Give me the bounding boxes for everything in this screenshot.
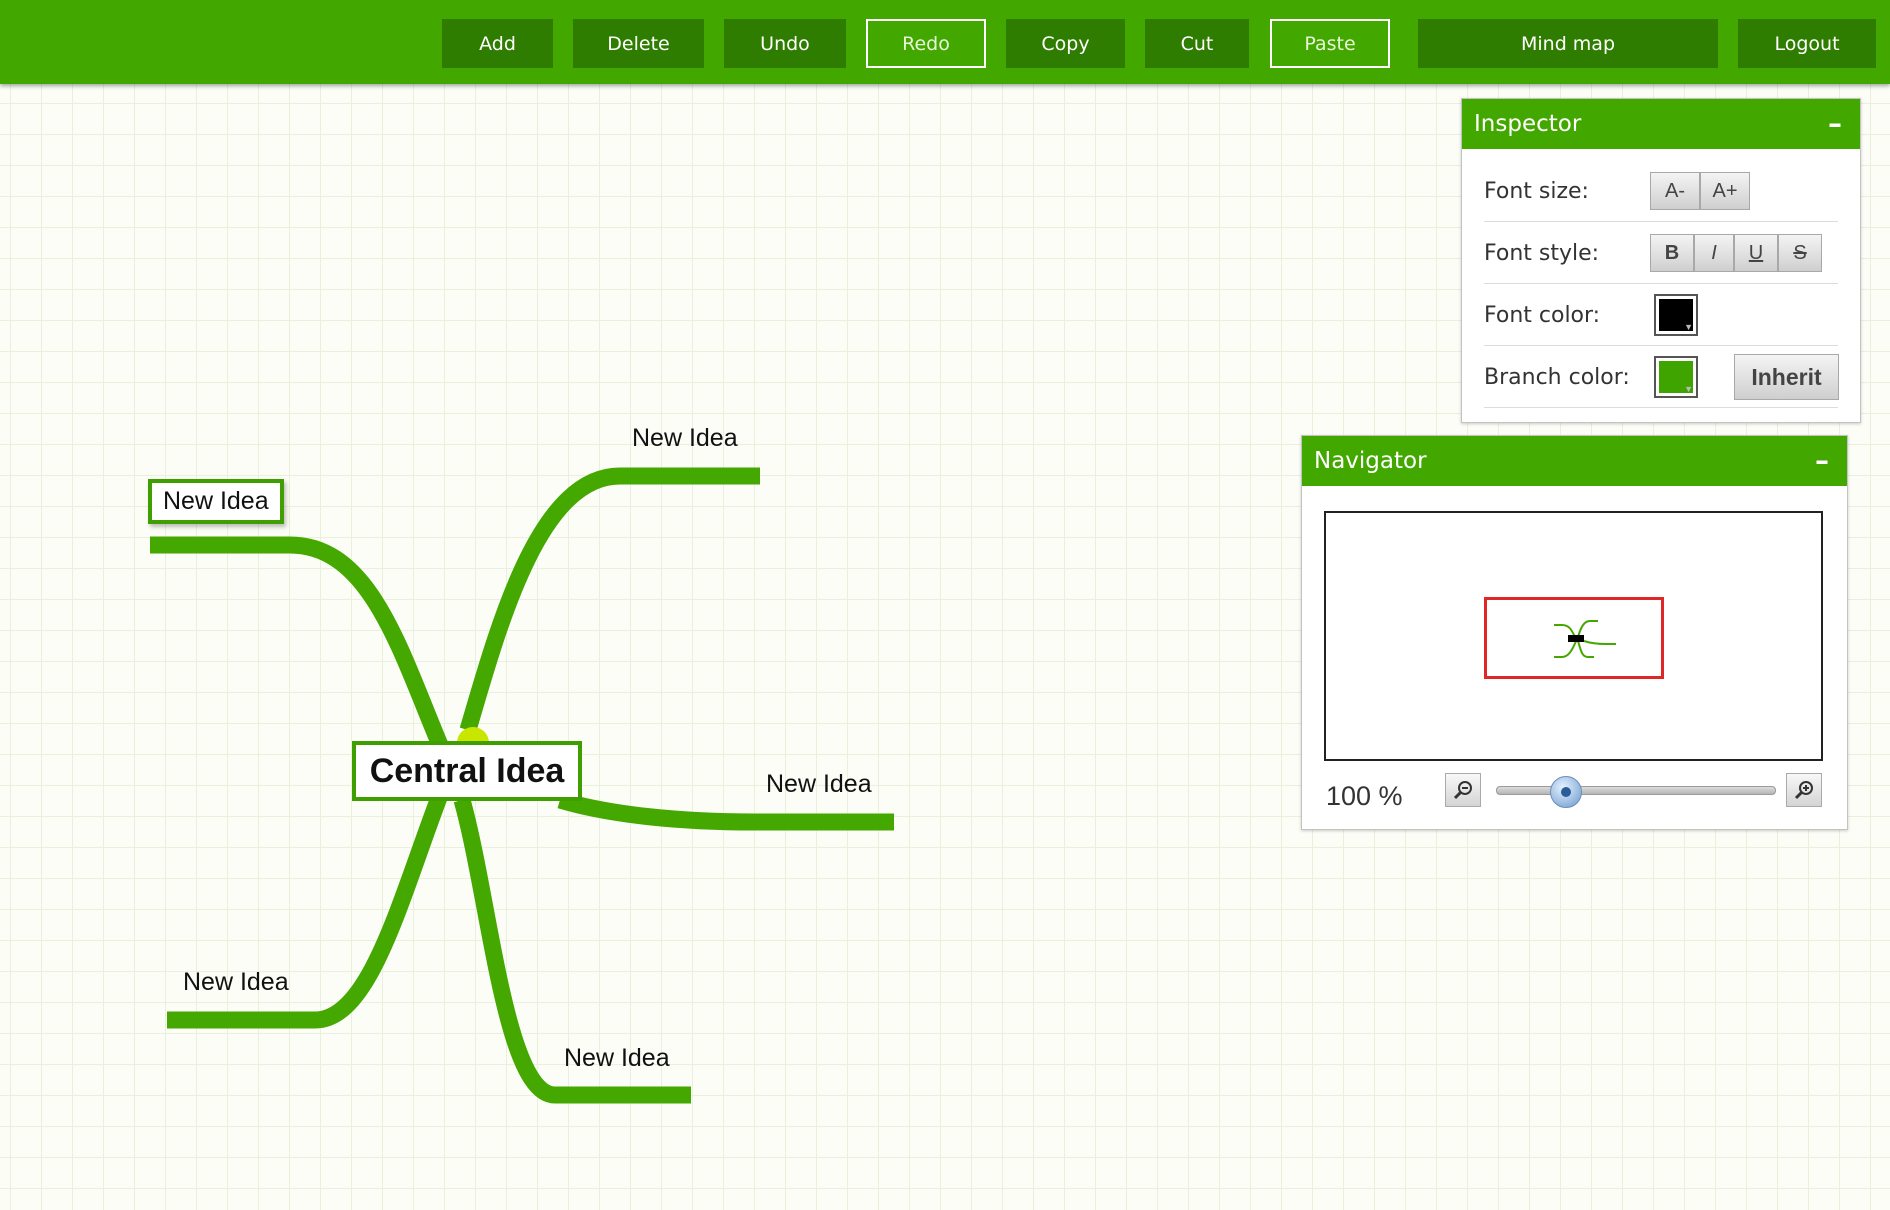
font-size-increase-button[interactable]: A+ — [1700, 172, 1750, 210]
inspector-title: Inspector — [1474, 111, 1582, 137]
copy-button[interactable]: Copy — [1006, 19, 1125, 68]
font-style-label: Font style: — [1484, 240, 1600, 266]
zoom-in-button[interactable] — [1786, 773, 1822, 807]
navigator-minimize-icon[interactable]: – — [1809, 447, 1835, 475]
font-color-picker[interactable]: ▼ — [1654, 294, 1698, 336]
mind-map-button[interactable]: Mind map — [1418, 19, 1718, 68]
navigator-viewport-rect[interactable] — [1484, 597, 1664, 679]
cut-button[interactable]: Cut — [1145, 19, 1249, 68]
idea-node-middle-right[interactable]: New Idea — [766, 770, 872, 799]
branch-color-row: Branch color: ▼ Inherit — [1484, 347, 1839, 408]
zoom-out-button[interactable] — [1445, 773, 1481, 807]
inspector-panel: Inspector – Font size: A- A+ Font style:… — [1461, 98, 1861, 423]
paste-button[interactable]: Paste — [1270, 19, 1390, 68]
idea-node-bottom-left[interactable]: New Idea — [183, 968, 289, 997]
font-size-decrease-button[interactable]: A- — [1650, 172, 1700, 210]
strikethrough-button[interactable]: S — [1778, 234, 1822, 272]
idea-node-top-left[interactable]: New Idea — [148, 479, 284, 524]
idea-node-top-right[interactable]: New Idea — [632, 424, 738, 453]
navigator-preview[interactable] — [1324, 511, 1823, 761]
delete-button[interactable]: Delete — [573, 19, 704, 68]
logout-button[interactable]: Logout — [1738, 19, 1876, 68]
idea-node-bottom-right[interactable]: New Idea — [564, 1044, 670, 1073]
undo-button[interactable]: Undo — [724, 19, 846, 68]
italic-button[interactable]: I — [1694, 234, 1734, 272]
slider-thumb-dot — [1561, 787, 1571, 797]
branch-middle-right[interactable] — [557, 791, 894, 831]
branch-color-label: Branch color: — [1484, 364, 1630, 390]
toolbar: Add Delete Undo Redo Copy Cut Paste Mind… — [0, 0, 1890, 84]
branch-top-right[interactable] — [459, 467, 760, 733]
navigator-title: Navigator — [1314, 448, 1427, 474]
inspector-header: Inspector – — [1462, 99, 1860, 149]
font-size-label: Font size: — [1484, 178, 1589, 204]
inspector-minimize-icon[interactable]: – — [1822, 110, 1848, 138]
dropdown-arrow-icon: ▼ — [1684, 384, 1693, 394]
add-button[interactable]: Add — [442, 19, 553, 68]
zoom-in-icon — [1794, 781, 1813, 800]
redo-button[interactable]: Redo — [866, 19, 986, 68]
inherit-button[interactable]: Inherit — [1734, 354, 1839, 400]
navigator-panel: Navigator – 100 % — [1301, 435, 1848, 830]
bold-button[interactable]: B — [1650, 234, 1694, 272]
font-style-row: Font style: B I U S — [1484, 223, 1838, 284]
font-color-row: Font color: ▼ — [1484, 285, 1838, 346]
zoom-slider-thumb[interactable] — [1550, 776, 1582, 808]
dropdown-arrow-icon: ▼ — [1684, 322, 1693, 332]
branch-top-left[interactable] — [150, 536, 448, 749]
central-idea-node[interactable]: Central Idea — [352, 741, 582, 801]
font-size-row: Font size: A- A+ — [1484, 161, 1838, 222]
underline-button[interactable]: U — [1734, 234, 1778, 272]
font-color-label: Font color: — [1484, 302, 1601, 328]
navigator-header: Navigator – — [1302, 436, 1847, 486]
branch-color-picker[interactable]: ▼ — [1654, 356, 1698, 398]
zoom-slider-track[interactable] — [1496, 786, 1776, 795]
zoom-out-icon — [1453, 781, 1472, 800]
zoom-level-text: 100 % — [1326, 781, 1403, 811]
